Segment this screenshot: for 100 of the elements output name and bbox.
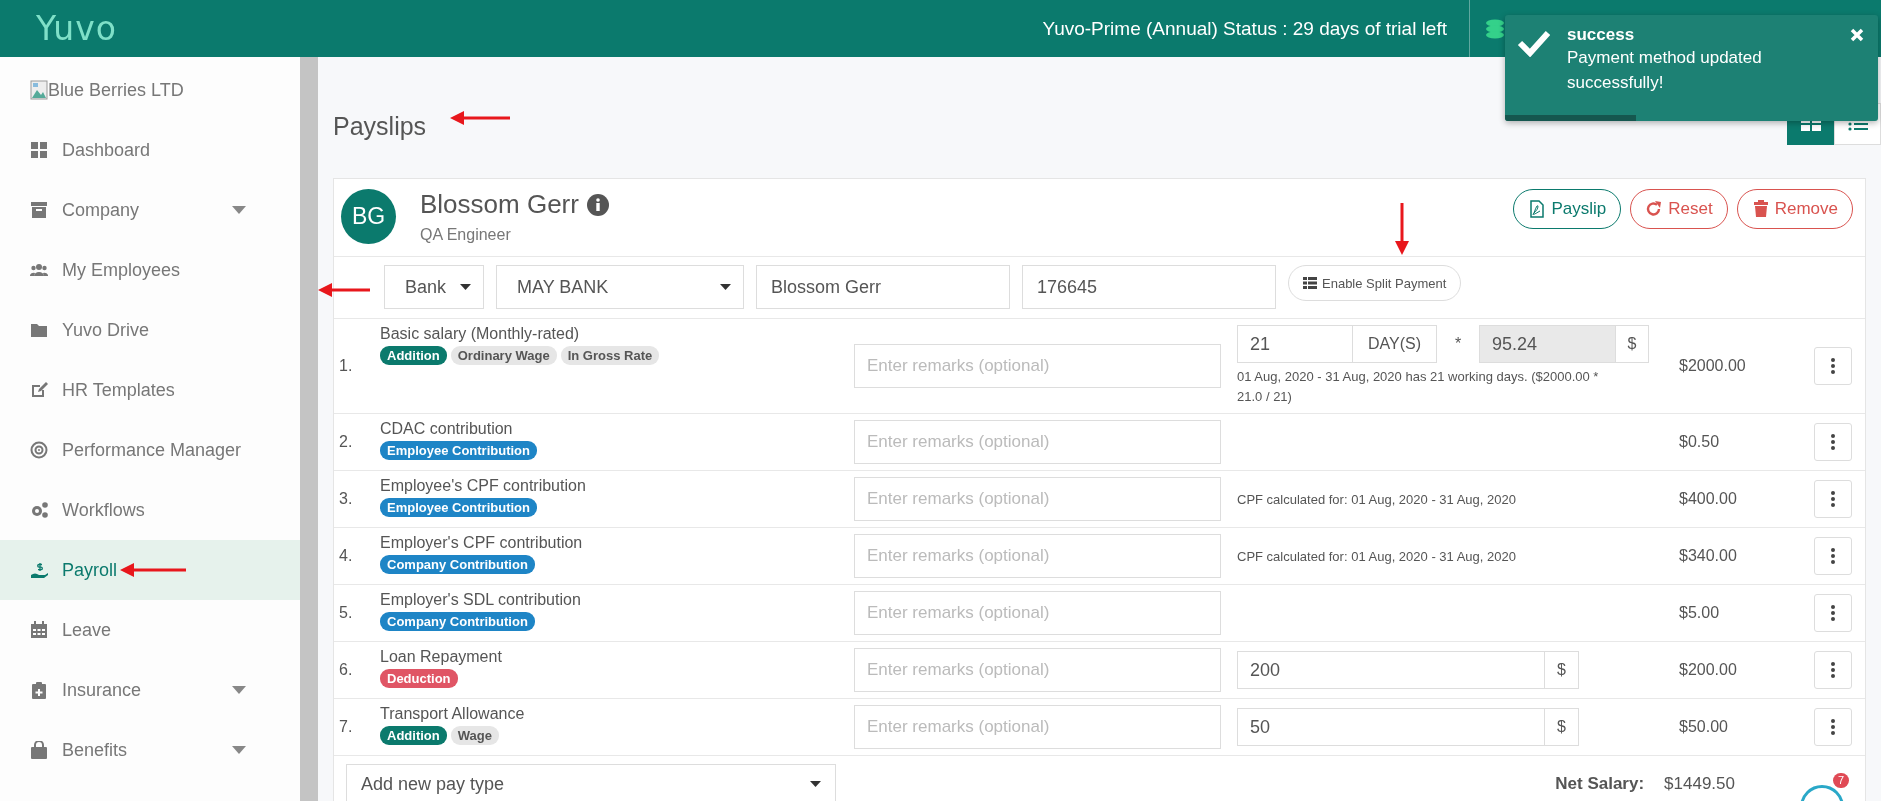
pay-item-name: CDAC contribution	[380, 420, 514, 438]
pay-item-tag: Deduction	[380, 669, 458, 688]
sidebar-item[interactable]: HR Templates	[0, 360, 300, 420]
more-button[interactable]	[1814, 347, 1852, 385]
pay-item-name: Basic salary (Monthly-rated)	[380, 325, 581, 343]
pay-item-name: Employee's CPF contribution	[380, 477, 587, 495]
page-title: Payslips	[333, 112, 427, 141]
more-button[interactable]	[1814, 651, 1852, 689]
close-icon	[1850, 28, 1864, 42]
more-vertical-icon	[1831, 434, 1835, 450]
amount-field[interactable]: 50	[1237, 708, 1545, 746]
more-vertical-icon	[1831, 719, 1835, 735]
sidebar-item[interactable]: My Employees	[0, 240, 300, 300]
more-button[interactable]	[1814, 594, 1852, 632]
pay-item-name: Loan Repayment	[380, 648, 503, 666]
more-vertical-icon	[1831, 358, 1835, 374]
split-payment-button[interactable]: Enable Split Payment	[1288, 265, 1462, 301]
pay-item-tag: Addition	[380, 346, 447, 365]
target-icon	[30, 441, 48, 459]
pay-item-tag: Ordinary Wage	[450, 346, 557, 365]
trial-status: Yuvo-Prime (Annual) Status : 29 days of trial left	[1042, 17, 1447, 40]
more-button[interactable]	[1814, 480, 1852, 518]
app-logo[interactable]: Yuvo	[36, 9, 117, 48]
more-vertical-icon	[1831, 662, 1835, 678]
avatar: BG	[341, 189, 396, 244]
more-vertical-icon	[1831, 605, 1835, 621]
account-name-field[interactable]: Blossom Gerr	[756, 265, 1010, 309]
remarks-field[interactable]: Enter remarks (optional)	[854, 344, 1221, 388]
toast-message: Payment method updated successfully!	[1567, 47, 1763, 94]
trash-icon	[1751, 200, 1770, 218]
folder-icon	[30, 321, 48, 339]
net-salary-label: Net Salary:	[1555, 774, 1645, 794]
sidebar-item[interactable]: Dashboard	[0, 120, 300, 180]
days-field[interactable]: 21	[1237, 325, 1353, 363]
coins-icon	[1484, 18, 1506, 39]
caret-down-icon	[720, 284, 731, 290]
pay-item-tag: Employee Contribution	[380, 441, 537, 460]
calculation-note: CPF calculated for: 01 Aug, 2020 - 31 Aug, 2020	[1237, 549, 1516, 564]
action-button[interactable]: Remove	[1736, 189, 1853, 229]
remarks-field[interactable]: Enter remarks (optional)	[854, 420, 1221, 464]
remarks-field[interactable]: Enter remarks (optional)	[854, 648, 1221, 692]
company-name: Blue Berries LTD	[48, 79, 184, 101]
more-button[interactable]	[1814, 537, 1852, 575]
sidebar-item[interactable]: Benefits	[0, 720, 300, 780]
bank-select[interactable]: MAY BANK	[496, 265, 744, 309]
currency-label: $	[1616, 325, 1649, 363]
info-icon	[586, 193, 609, 216]
payment-method-select[interactable]: Bank	[384, 265, 484, 309]
annotation-arrow	[318, 282, 370, 298]
pay-item-amount: $50.00	[1679, 718, 1729, 736]
pay-item-tag: Company Contribution	[380, 555, 535, 574]
rate-field[interactable]: 95.24	[1479, 325, 1616, 363]
sidebar-item[interactable]: Workflows	[0, 480, 300, 540]
sidebar-item[interactable]: Insurance	[0, 660, 300, 720]
remarks-field[interactable]: Enter remarks (optional)	[854, 705, 1221, 749]
edit-icon	[30, 381, 48, 399]
table-icon	[1303, 277, 1317, 289]
row-number: 3.	[339, 490, 354, 508]
pay-item-amount: $400.00	[1679, 490, 1738, 508]
more-button[interactable]	[1814, 423, 1852, 461]
sidebar-item[interactable]: Performance Manager	[0, 420, 300, 480]
action-button[interactable]: Reset	[1630, 189, 1728, 229]
currency-label: $	[1545, 708, 1579, 746]
pay-item-amount: $340.00	[1679, 547, 1738, 565]
row-number: 2.	[339, 433, 354, 451]
remarks-field[interactable]: Enter remarks (optional)	[854, 534, 1221, 578]
clipboard-icon	[30, 681, 48, 699]
toast-title: success	[1567, 25, 1636, 45]
calculation-note: CPF calculated for: 01 Aug, 2020 - 31 Aug, 2020	[1237, 492, 1516, 507]
employee-role: QA Engineer	[420, 226, 512, 244]
calendar-icon	[30, 621, 48, 639]
pay-item-tag: Wage	[450, 726, 499, 745]
account-number-field[interactable]: 176645	[1022, 265, 1276, 309]
caret-down-icon	[810, 781, 821, 787]
row-number: 7.	[339, 718, 354, 736]
sidebar-item[interactable]: Leave	[0, 600, 300, 660]
annotation-arrow	[120, 562, 186, 578]
remarks-field[interactable]: Enter remarks (optional)	[854, 477, 1221, 521]
remarks-field[interactable]: Enter remarks (optional)	[854, 591, 1221, 635]
pay-item-name: Transport Allowance	[380, 705, 526, 723]
caret-down-icon	[460, 284, 471, 290]
sidebar-item[interactable]: Payroll	[0, 540, 300, 600]
pay-item-amount: $2000.00	[1679, 357, 1747, 375]
sidebar-item[interactable]: Company	[0, 180, 300, 240]
row-number: 1.	[339, 357, 354, 375]
amount-field[interactable]: 200	[1237, 651, 1545, 689]
pdf-icon	[1528, 200, 1547, 218]
annotation-arrow	[450, 110, 510, 126]
row-number: 6.	[339, 661, 354, 679]
action-button[interactable]: Payslip	[1513, 189, 1622, 229]
pay-item-amount: $0.50	[1679, 433, 1721, 451]
pay-item-amount: $5.00	[1679, 604, 1721, 622]
pay-item-tag: In Gross Rate	[560, 346, 660, 365]
bag-icon	[30, 741, 48, 759]
more-vertical-icon	[1831, 548, 1835, 564]
sidebar-item[interactable]: Yuvo Drive	[0, 300, 300, 360]
pay-item-name: Employer's CPF contribution	[380, 534, 584, 552]
more-button[interactable]	[1814, 708, 1852, 746]
currency-label: $	[1545, 651, 1579, 689]
pay-type-select[interactable]: Add new pay type	[346, 764, 836, 801]
